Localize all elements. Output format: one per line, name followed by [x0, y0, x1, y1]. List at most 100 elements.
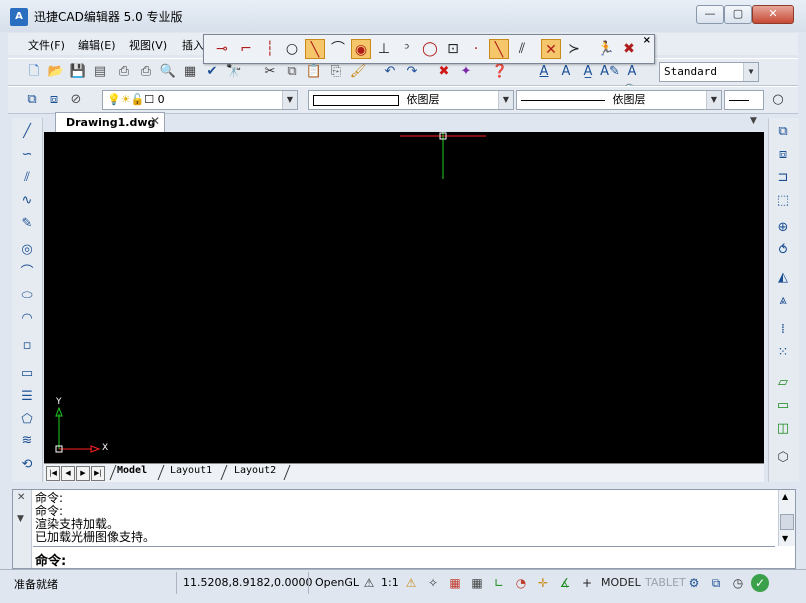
next-layout-button[interactable]: ▶: [76, 466, 90, 481]
tab-drawing1[interactable]: Drawing1.dwg ✕: [55, 112, 165, 133]
chevron-down-icon[interactable]: ▼: [743, 63, 758, 81]
paste-special-icon[interactable]: ⎘: [326, 62, 346, 82]
move-icon[interactable]: ⊕: [773, 218, 793, 238]
hatch-icon[interactable]: ☰: [17, 387, 37, 407]
ellipse-arc-icon[interactable]: ◠: [17, 309, 37, 329]
scale-icon[interactable]: ⩓: [773, 291, 793, 311]
chevron-down-icon[interactable]: ▼: [282, 91, 297, 109]
snap-block-icon[interactable]: ⊡: [443, 39, 463, 59]
snap-intersection-icon[interactable]: ┆: [260, 39, 280, 59]
scroll-down-icon[interactable]: ▼: [782, 534, 788, 543]
snap-extension-icon[interactable]: ╲: [489, 39, 509, 59]
break-icon[interactable]: ▭: [773, 396, 793, 416]
snap-center-icon[interactable]: ◉: [351, 39, 371, 59]
layer-previous-icon[interactable]: ⧈: [44, 90, 64, 110]
edit-text-icon[interactable]: A✎: [600, 62, 620, 82]
construction-line-icon[interactable]: ∽: [17, 145, 37, 165]
menu-insert[interactable]: 插入: [182, 37, 204, 53]
save-as-icon[interactable]: ▤: [90, 62, 110, 82]
snap-quadrant-icon[interactable]: ◯: [420, 39, 440, 59]
menu-file[interactable]: 文件(F): [28, 37, 65, 53]
snap-endpoint-icon[interactable]: ⊸: [212, 39, 232, 59]
close-icon[interactable]: ✕: [150, 114, 160, 128]
chevron-down-icon[interactable]: ▼: [706, 91, 721, 109]
annotation-visibility-icon[interactable]: ⚠: [402, 574, 420, 592]
3d-box-icon[interactable]: ⬡: [773, 448, 793, 468]
spell-check-icon[interactable]: ✔: [202, 62, 222, 82]
linetype-select[interactable]: 依图层 ▼: [308, 90, 514, 110]
find-text-icon[interactable]: A🔍: [622, 62, 642, 99]
menu-view[interactable]: 视图(V): [129, 37, 167, 53]
snap-parallel-icon[interactable]: ⫽: [512, 39, 532, 59]
layer-manager-icon[interactable]: ⧉: [22, 90, 42, 110]
offset-icon[interactable]: ⊐: [773, 168, 793, 188]
layer-select[interactable]: 💡☀🔓☐ 0 ▼: [102, 90, 298, 110]
scroll-thumb[interactable]: [780, 514, 794, 530]
snap-off-icon[interactable]: ✖: [619, 39, 639, 59]
object-track-icon[interactable]: ∡: [556, 574, 574, 592]
grid-icon[interactable]: ▦: [468, 574, 486, 592]
purge-icon[interactable]: ✦: [456, 62, 476, 82]
print-icon[interactable]: ⎙: [114, 62, 134, 82]
arc-icon[interactable]: ⌒: [17, 263, 37, 283]
help-icon[interactable]: ❓: [490, 62, 510, 82]
drawing-canvas[interactable]: Y X: [44, 132, 764, 463]
publish-icon[interactable]: ▦: [180, 62, 200, 82]
prev-layout-button[interactable]: ◀: [61, 466, 75, 481]
paste-icon[interactable]: 📋: [304, 62, 324, 82]
copy-object-icon[interactable]: ⧉: [773, 122, 793, 142]
cut-icon[interactable]: ✂: [260, 62, 280, 82]
status-scale[interactable]: 1:1: [381, 576, 399, 589]
open-file-icon[interactable]: 📂: [46, 62, 66, 82]
snap-settings-icon[interactable]: 🏃: [596, 39, 616, 59]
settings-gear-icon[interactable]: ⚙: [685, 574, 703, 592]
snap-arc-icon[interactable]: ᵓ: [397, 39, 417, 59]
viewports-icon[interactable]: ⧉: [707, 574, 725, 592]
snap-node-icon[interactable]: ·: [466, 39, 486, 59]
sketch-icon[interactable]: ✎: [17, 214, 37, 234]
object-snap-icon[interactable]: ✛: [534, 574, 552, 592]
mirror-copy-icon[interactable]: ⧈: [773, 145, 793, 165]
clock-icon[interactable]: ◷: [729, 574, 747, 592]
array-icon[interactable]: ⬚: [773, 191, 793, 211]
lineweight-select[interactable]: 依图层 ▼: [516, 90, 722, 110]
redo-icon[interactable]: ↷: [402, 62, 422, 82]
first-layout-button[interactable]: |◀: [46, 466, 60, 481]
print-preview-icon[interactable]: 🔍: [158, 62, 178, 82]
match-properties-icon[interactable]: 🖌: [348, 62, 368, 82]
lineweight-toggle-icon[interactable]: +: [578, 574, 596, 592]
check-icon[interactable]: ✓: [751, 574, 769, 592]
status-tablet[interactable]: TABLET: [645, 576, 686, 589]
text-style-icon[interactable]: A: [534, 62, 554, 82]
snap-mode-icon[interactable]: ▦: [446, 574, 464, 592]
snap-circle-icon[interactable]: ○: [282, 39, 302, 59]
extend-icon[interactable]: ▱: [773, 373, 793, 393]
point-icon[interactable]: ▫: [17, 336, 37, 356]
rectangle-icon[interactable]: ▭: [17, 364, 37, 384]
polygon-icon[interactable]: ⬠: [17, 410, 37, 430]
close-button[interactable]: ✕: [752, 5, 794, 24]
multiline-text-icon[interactable]: A̲: [578, 62, 598, 82]
circle-icon[interactable]: ◎: [17, 240, 37, 260]
ellipse-icon[interactable]: ⬭: [17, 286, 37, 306]
snap-line-icon[interactable]: ╲: [305, 39, 325, 59]
status-renderer[interactable]: OpenGL: [315, 576, 359, 589]
copy-icon[interactable]: ⧉: [282, 62, 302, 82]
chamfer-icon[interactable]: ◫: [773, 419, 793, 439]
command-close-icon[interactable]: ✕: [17, 492, 25, 503]
menu-edit[interactable]: 编辑(E): [78, 37, 116, 53]
snap-perpendicular-icon[interactable]: ⊥: [374, 39, 394, 59]
layer-match-icon[interactable]: ⊘: [66, 90, 86, 110]
annotation-scale-icon[interactable]: ⚠: [360, 574, 378, 592]
maximize-button[interactable]: ▢: [724, 5, 752, 24]
snap-toolbar-close-button[interactable]: ×: [643, 35, 651, 46]
text-style-select[interactable]: Standard ▼: [659, 62, 759, 82]
snap-track-icon[interactable]: ≻: [564, 39, 584, 59]
snap-tangent-icon[interactable]: ⌒: [328, 39, 348, 59]
tab-list-chevron-icon[interactable]: ▼: [750, 116, 757, 126]
scroll-up-icon[interactable]: ▲: [782, 492, 788, 501]
status-model[interactable]: MODEL: [601, 576, 641, 589]
plotstyle-select[interactable]: [724, 90, 764, 110]
polyline-icon[interactable]: ∿: [17, 191, 37, 211]
command-scrollbar[interactable]: ▲ ▼: [778, 490, 795, 546]
